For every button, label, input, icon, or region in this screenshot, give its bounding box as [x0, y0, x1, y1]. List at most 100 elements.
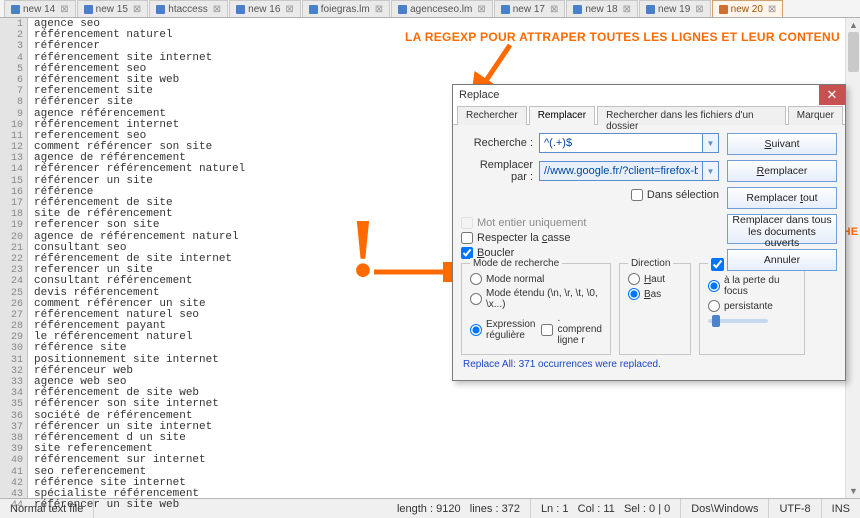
- checkbox-icon[interactable]: [541, 324, 553, 336]
- search-mode-legend: Mode de recherche: [470, 258, 562, 269]
- scroll-thumb[interactable]: [848, 32, 859, 72]
- close-icon[interactable]: ⊠: [548, 4, 558, 15]
- line-number: 12: [0, 142, 23, 153]
- code-line[interactable]: référencer son site internet: [34, 399, 860, 410]
- scroll-up-arrow[interactable]: ▲: [846, 18, 860, 32]
- line-number: 6: [0, 75, 23, 86]
- document-tab[interactable]: agenceseo.lm⊠: [391, 0, 493, 17]
- checkbox-icon[interactable]: [461, 232, 473, 244]
- document-tab[interactable]: new 17⊠: [494, 0, 566, 17]
- line-number: 7: [0, 86, 23, 97]
- code-line[interactable]: référencement sur internet: [34, 455, 860, 466]
- transparency-focus-radio[interactable]: à la perte du focus: [708, 275, 796, 297]
- line-number: 16: [0, 187, 23, 198]
- checkbox-icon[interactable]: [711, 258, 724, 271]
- direction-group: Direction Haut Bas: [619, 263, 691, 355]
- slider-thumb[interactable]: [712, 315, 720, 327]
- radio-icon[interactable]: [470, 324, 482, 336]
- radio-icon[interactable]: [628, 273, 640, 285]
- document-tab[interactable]: new 19⊠: [639, 0, 711, 17]
- close-icon: ✕: [827, 87, 838, 103]
- tab-in-files[interactable]: Rechercher dans les fichiers d'un dossie…: [597, 106, 786, 125]
- mode-extended-radio[interactable]: Mode étendu (\n, \r, \t, \0, \x...): [470, 288, 602, 310]
- direction-down-radio[interactable]: Bas: [628, 288, 682, 300]
- tab-label: foiegras.lm: [321, 4, 370, 15]
- file-icon: [236, 5, 245, 14]
- in-selection-checkbox[interactable]: Dans sélection: [631, 189, 719, 201]
- file-icon: [573, 5, 582, 14]
- line-number: 25: [0, 288, 23, 299]
- close-icon[interactable]: ⊠: [131, 4, 141, 15]
- direction-up-radio[interactable]: Haut: [628, 273, 682, 285]
- code-line[interactable]: référencement site internet: [34, 53, 860, 64]
- mode-normal-radio[interactable]: Mode normal: [470, 273, 602, 285]
- line-number: 23: [0, 265, 23, 276]
- tab-label: new 16: [248, 4, 280, 15]
- line-number: 8: [0, 97, 23, 108]
- annotation-exclamation: !: [349, 215, 377, 282]
- line-number: 42: [0, 478, 23, 489]
- close-icon[interactable]: ⊠: [766, 4, 776, 15]
- tab-label: htaccess: [168, 4, 207, 15]
- close-icon[interactable]: ⊠: [693, 4, 703, 15]
- dialog-titlebar[interactable]: Replace ✕: [453, 85, 845, 105]
- mode-regex-radio[interactable]: Expression régulière: [470, 319, 535, 341]
- radio-icon[interactable]: [470, 293, 482, 305]
- transparency-group: Transparence à la perte du focus persist…: [699, 263, 805, 355]
- chevron-down-icon[interactable]: ▼: [703, 133, 719, 153]
- search-input[interactable]: [539, 133, 703, 153]
- whole-word-checkbox: Mot entier uniquement: [461, 217, 719, 229]
- file-icon: [398, 5, 407, 14]
- mode-regex-label: Expression régulière: [486, 319, 535, 341]
- dotall-checkbox[interactable]: . comprend ligne r: [541, 313, 601, 346]
- mode-normal-label: Mode normal: [486, 274, 544, 285]
- code-line[interactable]: seo referencement: [34, 467, 860, 478]
- document-tab[interactable]: foiegras.lm⊠: [302, 0, 390, 17]
- scroll-down-arrow[interactable]: ▼: [846, 484, 860, 498]
- checkbox-icon[interactable]: [631, 189, 643, 201]
- radio-icon[interactable]: [628, 288, 640, 300]
- find-next-button[interactable]: Suivant: [727, 133, 837, 155]
- transparency-persistent-radio[interactable]: persistante: [708, 300, 796, 312]
- document-tab[interactable]: new 15⊠: [77, 0, 149, 17]
- close-button[interactable]: ✕: [819, 85, 845, 105]
- replace-button[interactable]: Remplacer: [727, 160, 837, 182]
- match-case-checkbox[interactable]: Respecter la casse: [461, 232, 719, 244]
- replace-in-open-button[interactable]: Remplacer dans tous les documents ouvert…: [727, 214, 837, 244]
- replace-input[interactable]: [539, 161, 703, 181]
- line-number: 38: [0, 433, 23, 444]
- document-tab[interactable]: htaccess ⊠: [149, 0, 228, 17]
- close-icon[interactable]: ⊠: [211, 4, 221, 15]
- line-number: 1: [0, 19, 23, 30]
- close-icon[interactable]: ⊠: [475, 4, 485, 15]
- close-icon[interactable]: ⊠: [283, 4, 293, 15]
- file-icon: [84, 5, 93, 14]
- code-line[interactable]: référencement d un site: [34, 433, 860, 444]
- close-icon[interactable]: ⊠: [58, 4, 68, 15]
- radio-icon[interactable]: [708, 300, 720, 312]
- line-number: 35: [0, 399, 23, 410]
- document-tab[interactable]: new 20⊠: [712, 0, 784, 17]
- tab-label: new 19: [658, 4, 690, 15]
- document-tab[interactable]: new 14⊠: [4, 0, 76, 17]
- tab-search[interactable]: Rechercher: [457, 106, 527, 125]
- tab-mark[interactable]: Marquer: [788, 106, 843, 125]
- chevron-down-icon[interactable]: ▼: [703, 161, 719, 181]
- line-number: 41: [0, 467, 23, 478]
- document-tab[interactable]: new 16⊠: [229, 0, 301, 17]
- replace-all-button[interactable]: Remplacer tout: [727, 187, 837, 209]
- document-tab[interactable]: new 18⊠: [566, 0, 638, 17]
- radio-icon[interactable]: [470, 273, 482, 285]
- cancel-button[interactable]: Annuler: [727, 249, 837, 271]
- close-icon[interactable]: ⊠: [373, 4, 383, 15]
- transparency-slider[interactable]: [708, 319, 768, 323]
- close-icon[interactable]: ⊠: [621, 4, 631, 15]
- match-case-label: Respecter la casse: [477, 232, 571, 244]
- line-number: 40: [0, 455, 23, 466]
- vertical-scrollbar[interactable]: ▲ ▼: [845, 18, 860, 498]
- line-number: 30: [0, 343, 23, 354]
- radio-icon[interactable]: [708, 280, 720, 292]
- line-number: 14: [0, 164, 23, 175]
- code-line[interactable]: référencer un site web: [34, 500, 860, 511]
- tab-replace[interactable]: Remplacer: [529, 106, 595, 125]
